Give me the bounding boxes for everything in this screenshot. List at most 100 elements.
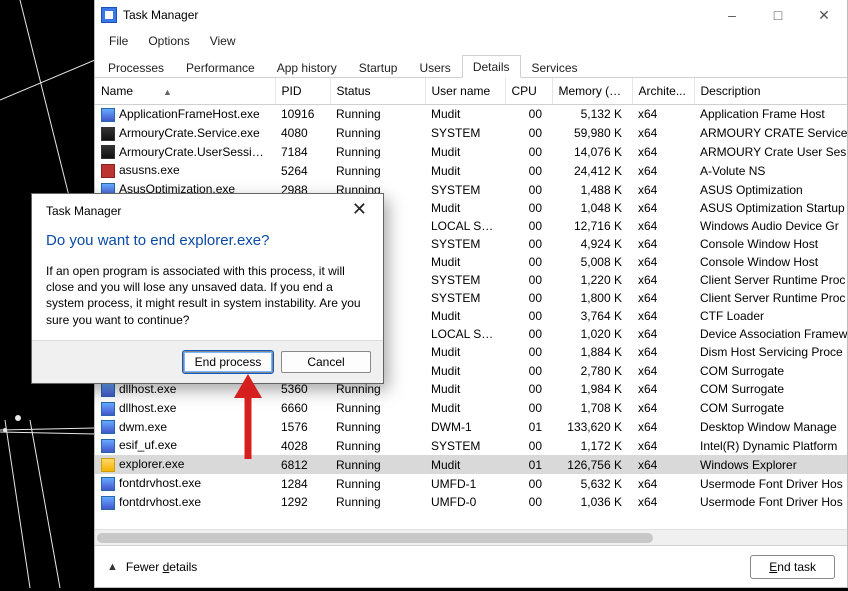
cell-pid: 10916 bbox=[275, 105, 330, 124]
fewer-details-toggle[interactable]: ▲ Fewer details bbox=[107, 560, 197, 574]
cell-mem: 133,620 K bbox=[552, 418, 632, 437]
cell-arch: x64 bbox=[632, 307, 694, 325]
titlebar[interactable]: Task Manager – □ ✕ bbox=[95, 0, 847, 30]
cell-arch: x64 bbox=[632, 380, 694, 399]
cell-user: LOCAL SE... bbox=[425, 217, 505, 235]
cell-mem: 5,632 K bbox=[552, 474, 632, 493]
cell-cpu: 00 bbox=[505, 235, 552, 253]
cell-status: Running bbox=[330, 436, 425, 455]
tabs: Processes Performance App history Startu… bbox=[95, 52, 847, 78]
cell-arch: x64 bbox=[632, 493, 694, 512]
table-row[interactable]: fontdrvhost.exe1284RunningUMFD-1005,632 … bbox=[95, 474, 847, 493]
horizontal-scrollbar[interactable] bbox=[95, 529, 847, 545]
cell-mem: 1,708 K bbox=[552, 399, 632, 418]
cell-cpu: 00 bbox=[505, 161, 552, 180]
cell-desc: Windows Audio Device Gr bbox=[694, 217, 847, 235]
cell-user: Mudit bbox=[425, 161, 505, 180]
cell-user: SYSTEM bbox=[425, 124, 505, 143]
table-row[interactable]: ArmouryCrate.UserSessionH...7184RunningM… bbox=[95, 143, 847, 162]
col-status[interactable]: Status bbox=[330, 78, 425, 105]
cell-cpu: 00 bbox=[505, 289, 552, 307]
tab-details[interactable]: Details bbox=[462, 55, 521, 78]
cell-arch: x64 bbox=[632, 199, 694, 217]
tab-performance[interactable]: Performance bbox=[175, 56, 266, 78]
confirm-dialog: Task Manager ✕ Do you want to end explor… bbox=[31, 193, 384, 384]
col-name[interactable]: Name▲ bbox=[95, 78, 275, 105]
tab-processes[interactable]: Processes bbox=[97, 56, 175, 78]
cell-user: UMFD-0 bbox=[425, 493, 505, 512]
table-row[interactable]: fontdrvhost.exe1292RunningUMFD-0001,036 … bbox=[95, 493, 847, 512]
cell-status: Running bbox=[330, 399, 425, 418]
cell-arch: x64 bbox=[632, 217, 694, 235]
cancel-button[interactable]: Cancel bbox=[281, 351, 371, 373]
process-icon bbox=[101, 145, 115, 159]
table-row[interactable]: dwm.exe1576RunningDWM-101133,620 Kx64Des… bbox=[95, 418, 847, 437]
table-row[interactable]: explorer.exe6812RunningMudit01126,756 Kx… bbox=[95, 455, 847, 474]
tab-services[interactable]: Services bbox=[521, 56, 589, 78]
col-mem[interactable]: Memory (a... bbox=[552, 78, 632, 105]
col-user[interactable]: User name bbox=[425, 78, 505, 105]
cell-desc: Console Window Host bbox=[694, 235, 847, 253]
cell-cpu: 00 bbox=[505, 143, 552, 162]
cell-cpu: 00 bbox=[505, 325, 552, 343]
scrollbar-thumb[interactable] bbox=[97, 533, 653, 543]
col-arch[interactable]: Archite... bbox=[632, 78, 694, 105]
cell-pid: 1284 bbox=[275, 474, 330, 493]
cell-arch: x64 bbox=[632, 399, 694, 418]
cell-cpu: 00 bbox=[505, 307, 552, 325]
cell-cpu: 00 bbox=[505, 436, 552, 455]
cell-mem: 5,132 K bbox=[552, 105, 632, 124]
cell-pid: 6660 bbox=[275, 399, 330, 418]
table-row[interactable]: ApplicationFrameHost.exe10916RunningMudi… bbox=[95, 105, 847, 124]
cell-user: Mudit bbox=[425, 380, 505, 399]
maximize-button[interactable]: □ bbox=[755, 0, 801, 30]
cell-desc: Desktop Window Manage bbox=[694, 418, 847, 437]
menu-file[interactable]: File bbox=[99, 32, 138, 50]
cell-user: SYSTEM bbox=[425, 235, 505, 253]
tab-apphistory[interactable]: App history bbox=[266, 56, 348, 78]
end-task-button[interactable]: End task bbox=[750, 555, 835, 579]
cell-arch: x64 bbox=[632, 124, 694, 143]
table-row[interactable]: dllhost.exe6660RunningMudit001,708 Kx64C… bbox=[95, 399, 847, 418]
cell-cpu: 00 bbox=[505, 343, 552, 361]
cell-user: SYSTEM bbox=[425, 180, 505, 199]
cell-pid: 1292 bbox=[275, 493, 330, 512]
cell-status: Running bbox=[330, 455, 425, 474]
process-icon bbox=[101, 164, 115, 178]
cell-mem: 4,924 K bbox=[552, 235, 632, 253]
cell-pid: 5264 bbox=[275, 161, 330, 180]
cell-user: UMFD-1 bbox=[425, 474, 505, 493]
end-process-button[interactable]: End process bbox=[183, 351, 273, 373]
col-desc[interactable]: Description bbox=[694, 78, 847, 105]
dialog-close-button[interactable]: ✕ bbox=[346, 202, 373, 220]
table-row[interactable]: esif_uf.exe4028RunningSYSTEM001,172 Kx64… bbox=[95, 436, 847, 455]
cell-pid: 6812 bbox=[275, 455, 330, 474]
tab-startup[interactable]: Startup bbox=[348, 56, 409, 78]
cell-arch: x64 bbox=[632, 161, 694, 180]
cell-mem: 2,780 K bbox=[552, 361, 632, 380]
cell-arch: x64 bbox=[632, 418, 694, 437]
cell-name: asusns.exe bbox=[95, 161, 275, 180]
cell-cpu: 00 bbox=[505, 361, 552, 380]
cell-status: Running bbox=[330, 161, 425, 180]
cell-status: Running bbox=[330, 418, 425, 437]
cell-mem: 1,020 K bbox=[552, 325, 632, 343]
cell-status: Running bbox=[330, 143, 425, 162]
cell-cpu: 00 bbox=[505, 399, 552, 418]
process-icon bbox=[101, 439, 115, 453]
col-pid[interactable]: PID bbox=[275, 78, 330, 105]
cell-cpu: 00 bbox=[505, 380, 552, 399]
menu-view[interactable]: View bbox=[200, 32, 246, 50]
tab-users[interactable]: Users bbox=[408, 56, 461, 78]
close-button[interactable]: ✕ bbox=[801, 0, 847, 30]
menu-options[interactable]: Options bbox=[138, 32, 199, 50]
cell-user: SYSTEM bbox=[425, 271, 505, 289]
table-row[interactable]: ArmouryCrate.Service.exe4080RunningSYSTE… bbox=[95, 124, 847, 143]
table-row[interactable]: asusns.exe5264RunningMudit0024,412 Kx64A… bbox=[95, 161, 847, 180]
cell-mem: 1,488 K bbox=[552, 180, 632, 199]
cell-desc: Console Window Host bbox=[694, 253, 847, 271]
minimize-button[interactable]: – bbox=[709, 0, 755, 30]
cell-name: ArmouryCrate.Service.exe bbox=[95, 124, 275, 143]
menubar: File Options View bbox=[95, 30, 847, 52]
col-cpu[interactable]: CPU bbox=[505, 78, 552, 105]
